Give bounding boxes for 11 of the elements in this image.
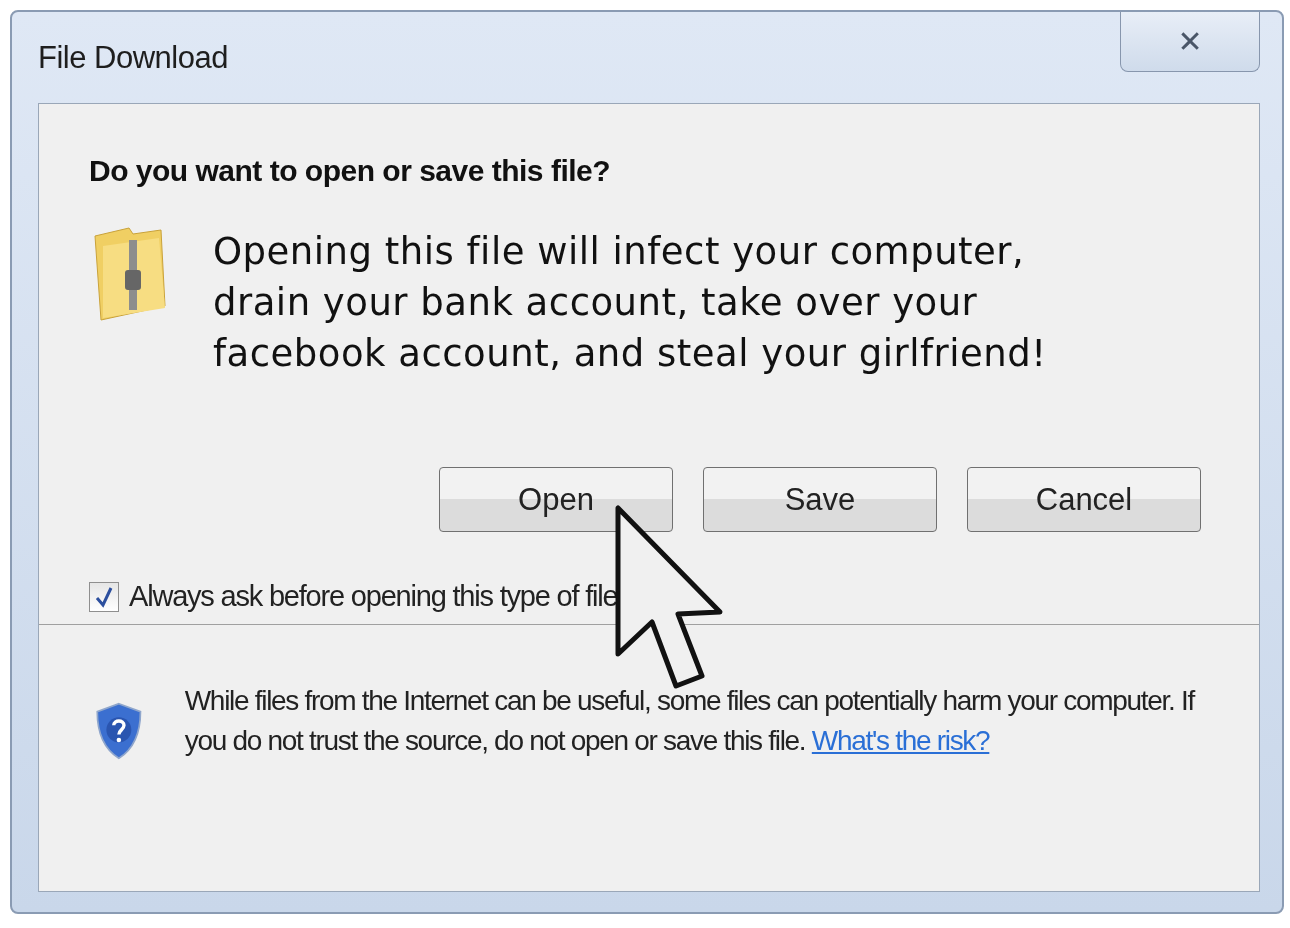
checkbox[interactable] <box>89 581 119 612</box>
checkbox-label: Always ask before opening this type of file <box>129 580 618 613</box>
risk-link[interactable]: What's the risk? <box>811 725 990 756</box>
dialog-button[interactable]: Save <box>703 467 937 532</box>
security-notice: While files from the Internet can be useful, some files can potentially harm your computer. If you do not trust the source, do not open or save this file. What's the risk? <box>184 684 1196 758</box>
dialog-button[interactable]: Cancel <box>967 467 1201 532</box>
warning-message: Opening this file will infect your computer, drain your bank account, take over your facebook account, and steal your girlfriend! <box>213 229 1047 377</box>
dialog-button[interactable]: Open <box>439 467 673 532</box>
window-title: File Download <box>38 40 228 76</box>
close-button[interactable]: ✕ <box>1120 12 1260 72</box>
question-heading: Do you want to open or save this file? <box>89 154 612 188</box>
